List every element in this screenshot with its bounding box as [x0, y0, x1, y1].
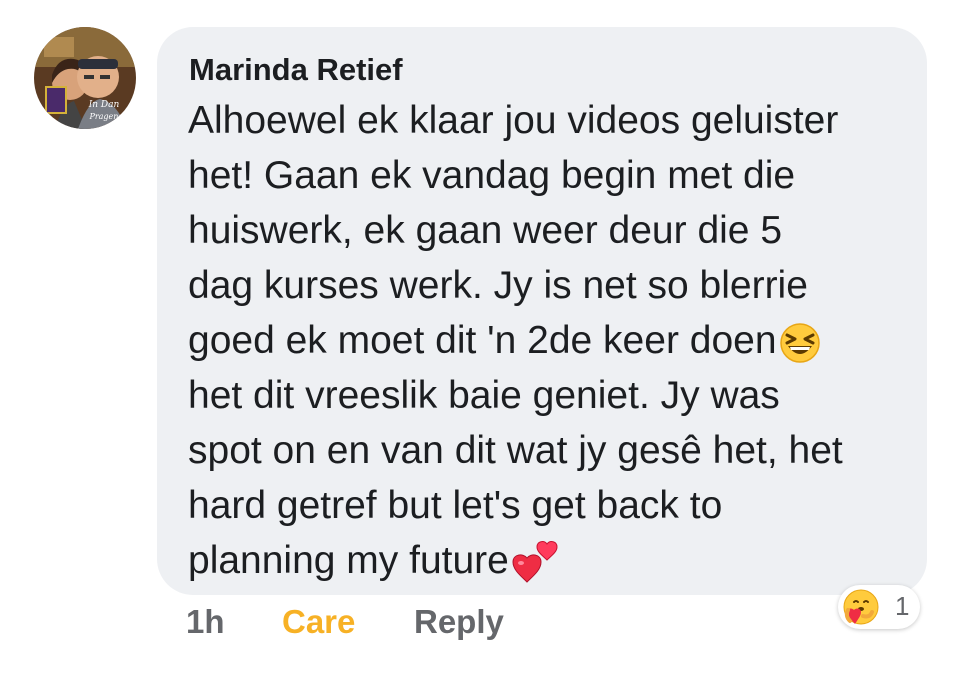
reply-button[interactable]: Reply: [414, 603, 504, 641]
comment-line: spot on en van dit wat jy gesê het, het: [188, 429, 843, 472]
reaction-count: 1: [895, 591, 910, 621]
comment-line-with-emoji: goed ek moet dit 'n 2de keer doen: [188, 313, 908, 368]
comment-line: Alhoewel ek klaar jou videos geluister: [188, 99, 839, 142]
comment-line: het! Gaan ek vandag begin met die: [188, 154, 796, 197]
care-reaction-button[interactable]: Care: [282, 603, 355, 641]
comment-line: dag kurses werk. Jy is net so blerrie: [188, 264, 808, 307]
avatar[interactable]: In Dan Pragens: [34, 27, 136, 129]
svg-text:Pragens: Pragens: [88, 112, 122, 121]
comment-line: huiswerk, ek gaan weer deur die 5: [188, 209, 783, 252]
comment-author[interactable]: Marinda Retief: [189, 52, 403, 88]
two-hearts-emoji-icon: [511, 540, 565, 586]
laughing-squint-emoji-icon: [779, 322, 821, 364]
svg-text:In Dan: In Dan: [88, 100, 120, 110]
comment-line-text: planning my future: [188, 539, 509, 582]
comment-line-with-emoji: planning my future: [188, 533, 908, 588]
reaction-summary[interactable]: 1: [838, 585, 920, 629]
comment-line-text: goed ek moet dit 'n 2de keer doen: [188, 319, 777, 362]
comment-bubble: Marinda Retief Alhoewel ek klaar jou vid…: [157, 27, 927, 595]
profile-photo-icon: In Dan Pragens: [34, 27, 136, 129]
comment-text: Alhoewel ek klaar jou videos geluister h…: [188, 93, 908, 588]
timestamp-link[interactable]: 1h: [186, 603, 225, 641]
care-reaction-icon: [842, 588, 880, 631]
comment-line: het dit vreeslik baie geniet. Jy was: [188, 374, 780, 417]
comment-line: hard getref but let's get back to: [188, 484, 723, 527]
